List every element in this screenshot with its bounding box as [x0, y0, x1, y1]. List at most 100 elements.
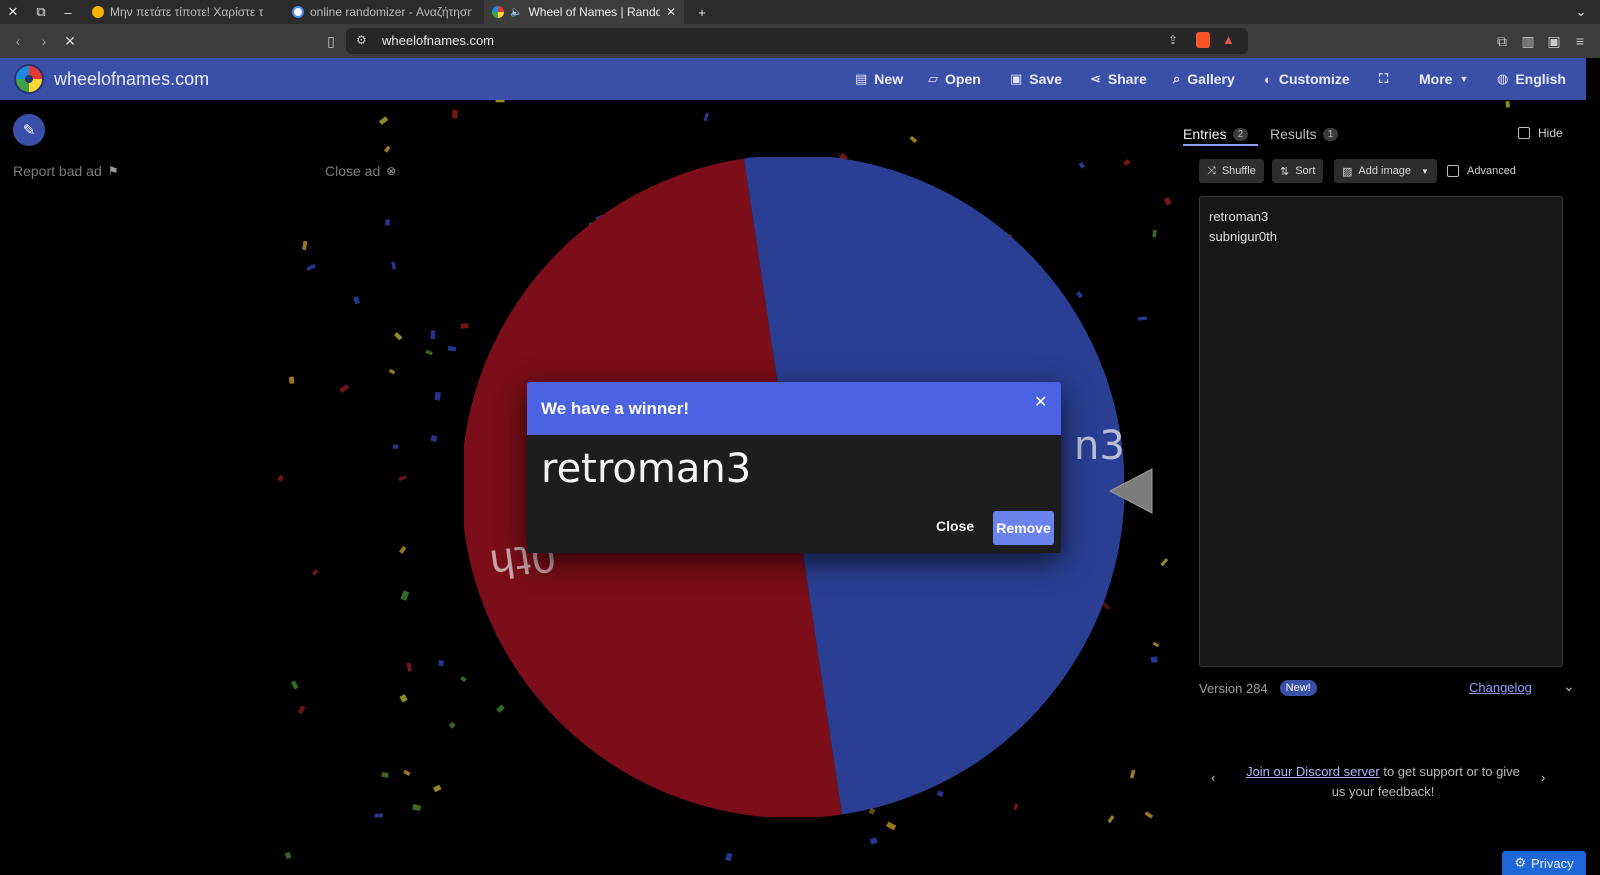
- confetti-piece: [412, 803, 422, 812]
- brave-rewards-icon[interactable]: ▲: [1222, 32, 1235, 47]
- palette-icon: ◐: [1264, 71, 1272, 87]
- changelog-link[interactable]: Changelog: [1469, 680, 1532, 695]
- checkbox-icon[interactable]: [1447, 165, 1459, 177]
- share-icon: ⋖: [1090, 71, 1101, 86]
- share-button[interactable]: ⋖ Share: [1090, 58, 1147, 100]
- restore-window-icon[interactable]: ⧉: [28, 0, 54, 24]
- shuffle-button[interactable]: ⤨ Shuffle: [1199, 159, 1264, 183]
- confetti-piece: [430, 330, 436, 340]
- hide-checkbox[interactable]: Hide: [1518, 126, 1563, 140]
- confetti-piece: [353, 296, 360, 305]
- confetti-piece: [1150, 656, 1158, 663]
- confetti-piece: [297, 705, 306, 715]
- language-button[interactable]: ◍ English: [1497, 58, 1566, 100]
- carousel-next-icon[interactable]: ›: [1541, 770, 1545, 785]
- site-settings-icon[interactable]: ⚙: [356, 33, 367, 47]
- wheel-segment-label: n3: [1074, 423, 1124, 469]
- discord-message: Join our Discord server to get support o…: [1246, 764, 1520, 799]
- stop-loading-icon[interactable]: ✕: [60, 31, 80, 51]
- browser-tab[interactable]: Μην πετάτε τίποτε! Χαρίστε τ: [84, 0, 280, 24]
- fullscreen-button[interactable]: ⛶: [1379, 58, 1388, 100]
- confetti-piece: [1152, 641, 1160, 648]
- new-badge: New!: [1279, 680, 1317, 696]
- new-button[interactable]: ▤ New: [855, 58, 903, 100]
- wallet-icon[interactable]: ▣: [1544, 31, 1564, 51]
- entry-line: subnigur0th: [1209, 229, 1277, 244]
- tab-results[interactable]: Results 1: [1270, 120, 1339, 148]
- confetti-piece: [1137, 316, 1148, 321]
- confetti-piece: [399, 545, 407, 554]
- confetti-piece: [1160, 558, 1169, 567]
- confetti-piece: [447, 346, 457, 352]
- brave-shields-icon[interactable]: [1196, 32, 1210, 48]
- confetti-piece: [406, 662, 412, 672]
- confetti-piece: [398, 475, 407, 481]
- discord-link[interactable]: Join our Discord server: [1246, 764, 1380, 779]
- confetti-piece: [388, 368, 396, 375]
- confetti-piece: [290, 680, 299, 690]
- customize-button[interactable]: ◐ Customize: [1264, 58, 1350, 100]
- privacy-button[interactable]: ⚙ Privacy: [1502, 851, 1586, 875]
- confetti-piece: [433, 784, 442, 793]
- confetti-piece: [385, 219, 391, 226]
- remove-button[interactable]: Remove: [993, 511, 1054, 545]
- url-text: wheelofnames.com: [382, 33, 494, 48]
- advanced-checkbox[interactable]: Advanced: [1447, 165, 1516, 177]
- carousel-prev-icon[interactable]: ‹: [1211, 770, 1215, 785]
- confetti-piece: [886, 821, 897, 831]
- new-tab-icon[interactable]: +: [689, 0, 715, 24]
- chevron-down-icon[interactable]: ⌄: [1563, 678, 1575, 695]
- confetti-piece: [339, 384, 350, 393]
- confetti-piece: [1129, 769, 1136, 779]
- more-button[interactable]: More ▼: [1419, 58, 1468, 100]
- confetti-piece: [403, 769, 411, 777]
- sidebar-icon[interactable]: ▥: [1518, 31, 1538, 51]
- close-icon[interactable]: ✕: [1034, 392, 1047, 412]
- chevron-down-icon[interactable]: ⌄: [1568, 0, 1594, 24]
- speaker-icon: 🔈: [510, 6, 523, 18]
- confetti-piece: [434, 391, 442, 401]
- checkbox-icon[interactable]: [1518, 127, 1530, 139]
- browser-tab-active[interactable]: 🔈 Wheel of Names | Rando ✕: [484, 0, 684, 24]
- wheel-logo-icon[interactable]: [14, 64, 44, 94]
- menu-icon[interactable]: ≡: [1570, 31, 1590, 51]
- open-button[interactable]: ▱ Open: [928, 58, 981, 100]
- confetti-piece: [383, 145, 391, 153]
- add-image-button[interactable]: ▨ Add image ▼: [1334, 159, 1437, 183]
- save-button[interactable]: ▣ Save: [1010, 58, 1062, 100]
- close-button[interactable]: Close: [936, 518, 974, 534]
- browser-tab[interactable]: online randomizer - Αναζήτηση: [284, 0, 480, 24]
- confetti-piece: [400, 590, 410, 601]
- wheel-favicon-icon: [492, 6, 504, 18]
- image-icon: ▨: [1342, 165, 1353, 178]
- site-name[interactable]: wheelofnames.com: [54, 69, 209, 90]
- forward-icon[interactable]: ›: [34, 31, 54, 51]
- confetti-piece: [284, 851, 292, 860]
- extensions-icon[interactable]: ⧉: [1492, 31, 1512, 51]
- address-bar[interactable]: ⚙ wheelofnames.com ⇪ ▲: [346, 28, 1248, 54]
- fullscreen-icon: ⛶: [1379, 71, 1389, 86]
- confetti-piece: [1505, 100, 1511, 108]
- minimize-window-icon[interactable]: –: [55, 0, 81, 24]
- confetti-piece: [1144, 811, 1154, 819]
- confetti-piece: [392, 444, 399, 450]
- close-window-icon[interactable]: ✕: [0, 0, 26, 24]
- sort-button[interactable]: ⇅ Sort: [1272, 159, 1324, 183]
- bookmark-icon[interactable]: ▯: [321, 31, 341, 51]
- confetti-piece: [302, 240, 308, 251]
- confetti-piece: [1152, 229, 1157, 238]
- caret-down-icon: ▼: [1459, 74, 1469, 84]
- file-icon: ▤: [855, 71, 868, 86]
- back-icon[interactable]: ‹: [8, 31, 28, 51]
- results-count-badge: 1: [1322, 127, 1339, 141]
- wheel-pointer: [1108, 468, 1153, 514]
- confetti-piece: [438, 660, 445, 667]
- share-icon[interactable]: ⇪: [1168, 33, 1178, 47]
- entries-textarea[interactable]: retroman3 subnigur0th: [1199, 196, 1563, 667]
- close-tab-icon[interactable]: ✕: [666, 5, 676, 19]
- gallery-button[interactable]: ⌕ Gallery: [1173, 58, 1235, 100]
- caret-down-icon: ▼: [1421, 166, 1429, 176]
- dialog-title: We have a winner!: [541, 399, 690, 418]
- gear-icon: ⚙: [1514, 855, 1527, 870]
- confetti-piece: [430, 434, 438, 443]
